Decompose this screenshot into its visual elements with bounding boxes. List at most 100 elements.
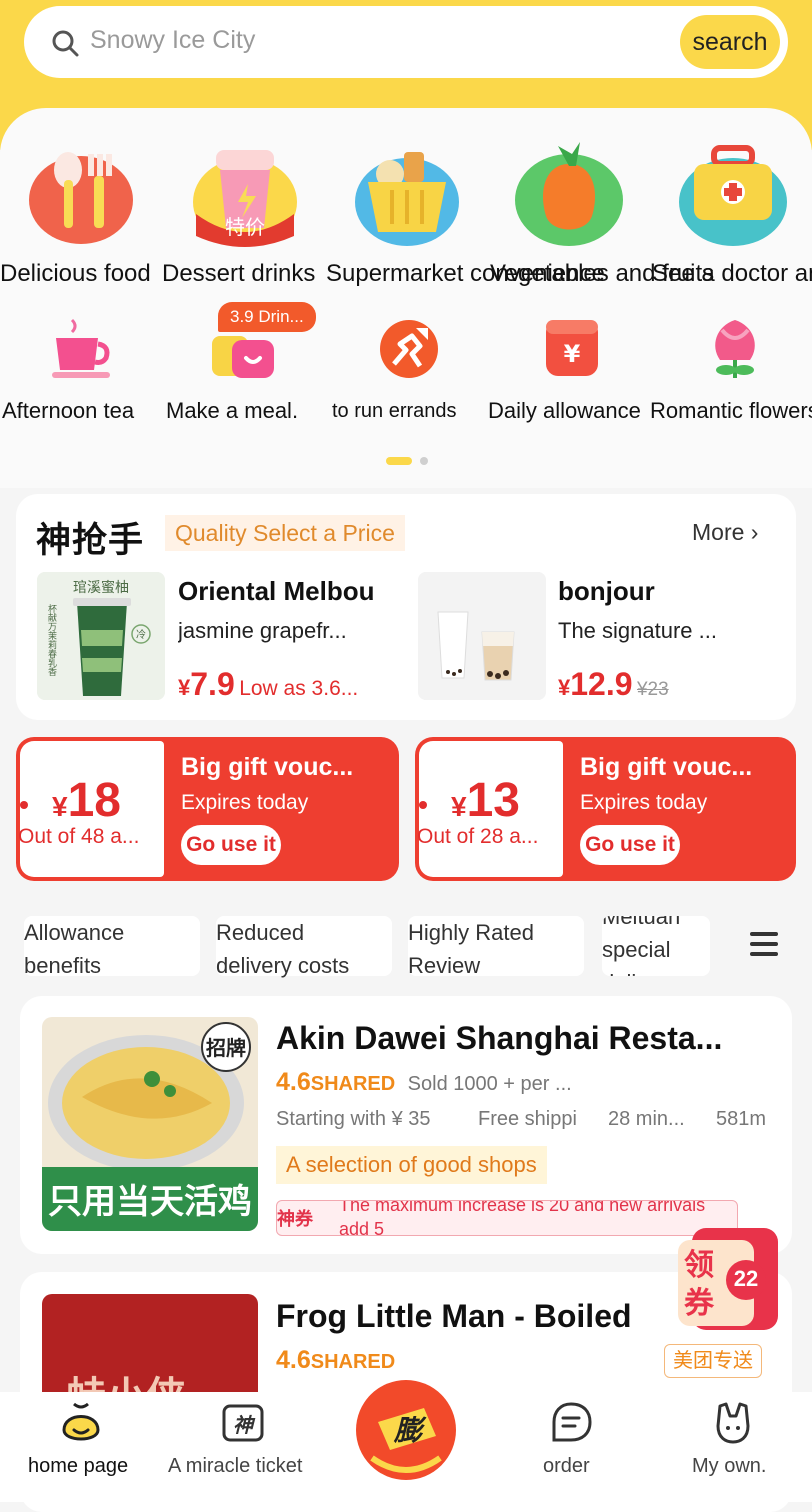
category-label[interactable]: Dessert drinks: [162, 260, 315, 288]
pager-dot-active[interactable]: [386, 457, 412, 465]
drink-cup-icon[interactable]: 特价: [190, 140, 300, 250]
home-face-icon[interactable]: [58, 1400, 104, 1446]
promo-bar[interactable]: 神券 The maximum increase is 20 and new ar…: [276, 1200, 738, 1236]
product-price-row: ¥7.9 Low as 3.6...: [178, 666, 358, 703]
search-icon: [52, 30, 79, 57]
inflate-label: 膨: [393, 1414, 427, 1447]
image-side-text: 杯献万茉莉春乳香: [46, 603, 57, 676]
meituan-delivery-tag: 美团专送: [664, 1344, 762, 1378]
voucher-title: Big gift vouc...: [580, 753, 753, 781]
nav-label-order[interactable]: order: [543, 1455, 590, 1478]
spoon-fork-icon[interactable]: [26, 140, 136, 250]
category-label[interactable]: Delicious food: [0, 260, 151, 288]
category-label[interactable]: See a doctor and: [652, 260, 812, 288]
shop-name[interactable]: Akin Dawei Shanghai Resta...: [276, 1020, 786, 1057]
more-link[interactable]: More ›: [692, 519, 758, 546]
milk-tea-image: [418, 572, 546, 700]
ticket-icon[interactable]: 神: [220, 1400, 266, 1446]
voucher-card[interactable]: ¥13 Out of 28 a... Big gift vouc... Expi…: [415, 737, 796, 881]
filter-label: delivery: [602, 966, 710, 976]
voucher-title: Big gift vouc...: [181, 753, 354, 781]
drink-promo-badge: 3.9 Drin...: [218, 302, 316, 332]
filter-label: Meituan: [602, 916, 681, 929]
signature-badge: 招牌: [206, 1036, 246, 1060]
sold-count: Sold 1000 + per ...: [407, 1073, 572, 1095]
delivery-time: 28 min...: [608, 1108, 685, 1130]
chevron-right-icon: ›: [750, 519, 759, 545]
category-label[interactable]: Afternoon tea: [2, 398, 134, 424]
voucher-value: 13: [466, 774, 520, 827]
svg-text:神: 神: [233, 1413, 256, 1437]
shop-name[interactable]: Frog Little Man - Boiled: [276, 1298, 676, 1335]
shop-rating-row: 4.6SHARED Sold 1000 + per ...: [276, 1068, 572, 1097]
filter-chip[interactable]: Allowance benefits: [24, 916, 200, 978]
voucher-value: 18: [67, 774, 121, 827]
promo-text: The maximum increase is 20 and new arriv…: [339, 1200, 706, 1236]
more-label: More: [692, 519, 745, 545]
product-price-row: ¥12.9 ¥23: [558, 666, 669, 703]
rating-value: 4.6: [276, 1068, 311, 1096]
category-label[interactable]: Make a meal.: [166, 398, 298, 424]
product-price: 7.9: [190, 666, 235, 702]
profile-icon[interactable]: [710, 1400, 756, 1446]
voucher-amount: ¥18: [52, 773, 121, 828]
category-label[interactable]: Daily allowance: [488, 398, 668, 424]
start-price: Starting with ¥ 35: [276, 1108, 431, 1130]
filter-label: special: [602, 937, 671, 962]
search-button[interactable]: search: [680, 15, 780, 69]
go-use-button[interactable]: Go use it: [181, 825, 281, 865]
image-brand-text: 琯溪蜜柚: [73, 580, 129, 596]
filter-label: Reduced: [216, 920, 305, 945]
filter-label: delivery costs: [216, 953, 350, 978]
go-use-button[interactable]: Go use it: [580, 825, 680, 865]
nav-label-profile[interactable]: My own.: [692, 1455, 766, 1478]
flash-sale-tag: Quality Select a Price: [165, 515, 405, 551]
product-name[interactable]: Oriental Melbou: [178, 576, 400, 607]
currency-symbol: ¥: [178, 675, 191, 700]
product-desc: jasmine grapefr...: [178, 618, 347, 643]
original-price: ¥23: [636, 679, 669, 700]
product-price: 12.9: [570, 666, 633, 702]
shop-image[interactable]: 招牌 只用当天活鸡: [42, 1017, 258, 1231]
pager-dot[interactable]: [420, 457, 428, 465]
shipping-info: Free shippi: [478, 1108, 577, 1130]
nav-label-home[interactable]: home page: [28, 1455, 128, 1478]
green-tea-cup-image: 琯溪蜜柚 杯献万茉莉春乳香 冷: [37, 572, 165, 700]
inflate-center-icon[interactable]: 膨: [354, 1378, 458, 1482]
image-cold-badge: 冷: [136, 628, 146, 641]
filter-label: Review: [408, 953, 481, 978]
voucher-amount: ¥13: [451, 773, 520, 828]
errand-runner-icon[interactable]: [376, 316, 442, 382]
voucher-notch: [419, 801, 427, 809]
price-note: Low as 3.6...: [239, 677, 359, 700]
nav-label-ticket[interactable]: A miracle ticket: [168, 1455, 302, 1478]
allowance-icon[interactable]: ¥: [540, 316, 606, 382]
distance: 581m: [716, 1108, 767, 1130]
voucher-card[interactable]: ¥18 Out of 48 a... Big gift vouc... Expi…: [16, 737, 399, 881]
product-name[interactable]: bonjour: [558, 576, 780, 607]
voucher-condition: Out of 48 a...: [18, 825, 140, 848]
search-input[interactable]: Snowy Ice City: [90, 26, 255, 55]
filter-label: benefits: [24, 953, 102, 978]
medicine-box-icon[interactable]: [678, 140, 788, 250]
promo-tag: 神券: [277, 1209, 313, 1229]
rating-value: 4.6: [276, 1346, 311, 1374]
order-icon[interactable]: [548, 1400, 594, 1446]
menu-icon[interactable]: [748, 930, 780, 958]
boiled-chicken-image: 招牌 只用当天活鸡: [42, 1017, 258, 1231]
flower-icon[interactable]: [702, 316, 768, 382]
product-image[interactable]: [418, 572, 546, 700]
flash-sale-title: 神抢手: [36, 521, 145, 560]
filter-label: Highly Rated: [408, 920, 534, 945]
shopping-basket-icon[interactable]: [352, 140, 462, 250]
teacup-icon[interactable]: [48, 316, 114, 382]
filter-chip[interactable]: Meituan special delivery: [602, 916, 710, 976]
filter-chip[interactable]: Highly Rated Review: [408, 916, 584, 978]
filter-chip[interactable]: Reduced delivery costs: [216, 916, 392, 978]
fruit-icon[interactable]: [514, 140, 624, 250]
category-label[interactable]: to run errands: [332, 400, 457, 423]
filter-label: Allowance: [24, 920, 125, 945]
category-label[interactable]: Romantic flowers: [650, 398, 812, 424]
product-image[interactable]: 琯溪蜜柚 杯献万茉莉春乳香 冷: [37, 572, 165, 700]
coupon-float-button[interactable]: 领 券 22: [676, 1226, 780, 1330]
